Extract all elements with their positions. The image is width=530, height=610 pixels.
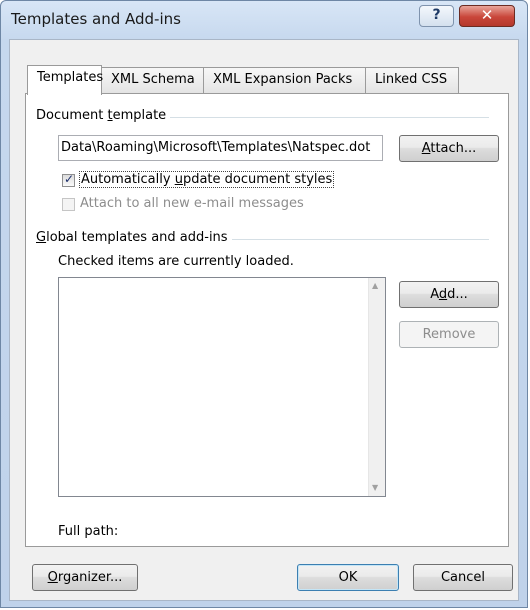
tab-xml-schema[interactable]: XML Schema	[101, 67, 204, 93]
window-title: Templates and Add-ins	[11, 10, 181, 28]
list-scrollbar[interactable]: ▲ ▼	[368, 278, 385, 496]
tab-templates[interactable]: Templates	[27, 65, 103, 95]
full-path-label: Full path:	[58, 524, 119, 539]
attach-button[interactable]: Attach...	[399, 135, 499, 162]
loaded-items-hint: Checked items are currently loaded.	[58, 254, 294, 269]
attach-email-label: Attach to all new e-mail messages	[80, 196, 304, 211]
document-template-group-label: Document template	[36, 108, 171, 123]
close-icon: ✕	[480, 6, 494, 24]
add-button[interactable]: Add...	[399, 281, 499, 308]
checkmark-icon: ✓	[64, 172, 75, 186]
remove-button[interactable]: Remove	[399, 321, 499, 348]
cancel-button[interactable]: Cancel	[413, 564, 513, 591]
tab-xml-expansion-packs[interactable]: XML Expansion Packs	[203, 67, 366, 93]
global-templates-group-label: Global templates and add-ins	[36, 230, 232, 245]
global-templates-list[interactable]: ▲ ▼	[58, 277, 386, 497]
tab-linked-css[interactable]: Linked CSS	[365, 67, 459, 93]
help-icon: ?	[432, 7, 441, 23]
templates-dialog: Templates and Add-ins ? ✕ Templates XML …	[0, 0, 528, 608]
close-button[interactable]: ✕	[459, 5, 515, 27]
document-template-path-input[interactable]: Data\Roaming\Microsoft\Templates\Natspec…	[58, 135, 383, 161]
attach-email-checkbox[interactable]	[62, 198, 75, 211]
ok-button[interactable]: OK	[297, 564, 399, 591]
title-bar: Templates and Add-ins ? ✕	[1, 1, 527, 39]
organizer-button[interactable]: Organizer...	[32, 564, 138, 591]
auto-update-styles-label[interactable]: Automatically update document styles	[79, 171, 335, 188]
help-button[interactable]: ?	[419, 5, 454, 27]
auto-update-styles-checkbox[interactable]: ✓	[62, 172, 75, 187]
scroll-up-icon[interactable]: ▲	[372, 281, 378, 290]
scroll-down-icon[interactable]: ▼	[372, 483, 378, 492]
